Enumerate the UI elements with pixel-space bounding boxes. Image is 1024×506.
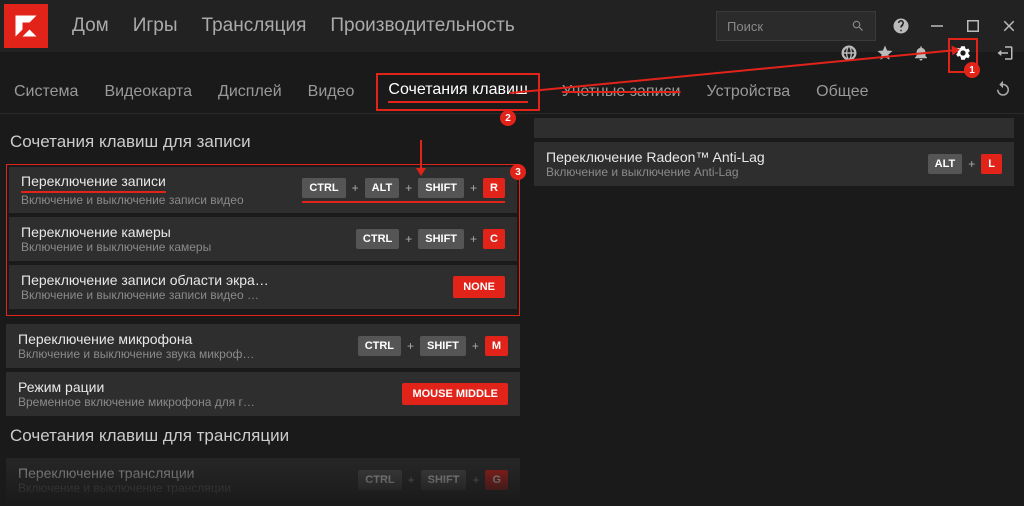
row-sub: Включение и выключение звука микроф… [18,347,358,361]
amd-logo [4,4,48,48]
key: CTRL [358,336,401,356]
row-toggle-recording[interactable]: Переключение записи Включение и выключен… [9,167,517,213]
row-toggle-region-recording[interactable]: Переключение записи области экра… Включе… [9,265,517,309]
search-placeholder: Поиск [727,19,851,34]
fade [0,464,1024,504]
row-title: Переключение микрофона [18,331,358,347]
bell-icon[interactable] [912,44,930,67]
key: ALT [928,154,963,174]
nav-performance[interactable]: Производительность [330,15,514,37]
row-stub [534,118,1014,138]
section-recording-hotkeys: Сочетания клавиш для записи [10,132,520,152]
hotkey-display[interactable]: ALT+ L [928,154,1002,174]
hotkey-display[interactable]: NONE [453,276,505,298]
row-toggle-microphone[interactable]: Переключение микрофона Включение и выклю… [6,324,520,368]
nav-stream[interactable]: Трансляция [202,15,307,37]
key-final: R [483,178,505,198]
tab-general[interactable]: Общее [814,79,870,105]
row-title: Переключение камеры [21,224,356,240]
hotkey-none: NONE [453,276,505,298]
row-sub: Включение и выключение Anti-Lag [546,165,928,179]
key: ALT [365,178,400,198]
hotkey-display[interactable]: CTRL+ SHIFT+ C [356,229,505,249]
search-input[interactable]: Поиск [716,11,876,41]
hotkey-display[interactable]: MOUSE MIDDLE [402,383,508,405]
nav-games[interactable]: Игры [133,15,178,37]
close-icon[interactable] [1000,17,1018,35]
highlight-group: Переключение записи Включение и выключен… [6,164,520,316]
nav-home[interactable]: Дом [72,15,109,37]
maximize-icon[interactable] [964,17,982,35]
hotkey-display[interactable]: CTRL+ ALT+ SHIFT+ R [302,178,505,203]
key: SHIFT [418,229,464,249]
row-toggle-camera[interactable]: Переключение камеры Включение и выключен… [9,217,517,261]
tab-gpu[interactable]: Видеокарта [102,79,194,105]
annotation-3: 3 [510,164,526,180]
key: SHIFT [418,178,464,198]
row-push-to-talk[interactable]: Режим рации Временное включение микрофон… [6,372,520,416]
key-final: L [981,154,1002,174]
search-icon [851,19,865,33]
key: CTRL [356,229,399,249]
key-final: M [485,336,508,356]
row-sub: Включение и выключение записи видео … [21,288,453,302]
row-toggle-antilag[interactable]: Переключение Radeon™ Anti-Lag Включение … [534,142,1014,186]
hotkey-display[interactable]: CTRL+ SHIFT+ M [358,336,508,356]
tab-system[interactable]: Система [12,79,80,105]
minimize-icon[interactable] [928,17,946,35]
row-title: Переключение Radeon™ Anti-Lag [546,149,928,165]
row-title: Режим рации [18,379,402,395]
row-title: Переключение записи области экра… [21,272,453,288]
help-icon[interactable] [892,17,910,35]
row-sub: Включение и выключение записи видео [21,193,302,207]
header-icons [840,38,1014,73]
section-streaming-hotkeys: Сочетания клавиш для трансляции [10,426,520,446]
row-title: Переключение записи [21,173,166,193]
key-final: C [483,229,505,249]
hotkey-button: MOUSE MIDDLE [402,383,508,405]
key: SHIFT [420,336,466,356]
logout-icon[interactable] [996,44,1014,67]
tab-devices[interactable]: Устройства [704,79,792,105]
globe-icon[interactable] [840,44,858,67]
row-sub: Временное включение микрофона для г… [18,395,402,409]
tab-display[interactable]: Дисплей [216,79,284,105]
key: CTRL [302,178,345,198]
annotation-1: 1 [964,62,980,78]
annotation-2: 2 [500,110,516,126]
tab-video[interactable]: Видео [306,79,357,105]
main-nav: Дом Игры Трансляция Производительность [72,15,515,37]
annotation-arrow [420,140,422,168]
undo-icon[interactable] [994,80,1012,103]
row-sub: Включение и выключение камеры [21,240,356,254]
